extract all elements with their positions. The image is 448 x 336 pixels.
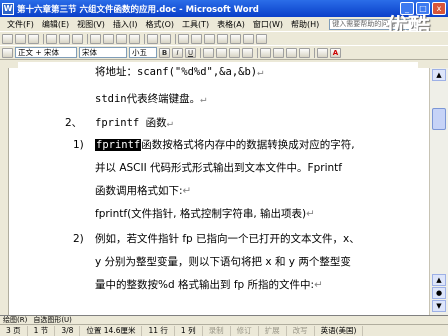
menu-tools[interactable]: 工具(T) xyxy=(178,19,213,30)
new-document-icon[interactable] xyxy=(2,33,13,44)
selected-fprintf: fprintf xyxy=(95,139,142,151)
vertical-scrollbar[interactable]: ▲ ▲ ● ▼ xyxy=(429,68,448,315)
copy-icon[interactable] xyxy=(103,33,114,44)
redo-icon[interactable] xyxy=(160,33,171,44)
status-column: 1 列 xyxy=(175,325,203,336)
document-page[interactable]: 将地址：scanf("%d%d",&a,&b)↵ stdin代表终端键盘。↵ 2… xyxy=(9,66,429,315)
toolbar-separator xyxy=(314,47,315,58)
toolbar-separator xyxy=(43,33,44,44)
heading-fprintf: fprintf 函数↵ xyxy=(95,117,173,129)
font-size-dropdown[interactable]: 小五 xyxy=(129,47,157,58)
status-position: 位置 14.6厘米 xyxy=(80,325,143,336)
menu-table[interactable]: 表格(A) xyxy=(213,19,249,30)
justify-icon[interactable] xyxy=(242,47,253,58)
status-language: 英语(美国) xyxy=(315,325,364,336)
doc-line-stdin: stdin代表终端键盘。↵ xyxy=(95,93,207,105)
window-title: 第十六章第三节 六组文件函数的应用.doc - Microsoft Word xyxy=(17,4,259,15)
item1-line3: 函数调用格式如下:↵ xyxy=(95,185,192,197)
vertical-ruler[interactable] xyxy=(0,68,9,315)
print-icon[interactable] xyxy=(46,33,57,44)
italic-button[interactable]: I xyxy=(172,47,183,58)
status-line: 11 行 xyxy=(142,325,175,336)
align-left-icon[interactable] xyxy=(203,47,214,58)
item2-line2: y 分别为整型变量，则以下语句将把 x 和 y 两个整型变 xyxy=(95,256,351,268)
styles-pane-icon[interactable] xyxy=(2,47,13,58)
formatting-toolbar: 正文 + 宋体 宋体 小五 B I U A xyxy=(0,45,448,59)
document-map-icon[interactable] xyxy=(243,33,254,44)
open-folder-icon[interactable] xyxy=(15,33,26,44)
status-extend[interactable]: 扩展 xyxy=(259,325,287,336)
status-page-of: 3/8 xyxy=(55,325,81,336)
highlight-icon[interactable] xyxy=(317,47,328,58)
toolbar-separator xyxy=(87,33,88,44)
menu-help[interactable]: 帮助(H) xyxy=(287,19,323,30)
align-right-icon[interactable] xyxy=(229,47,240,58)
show-hide-icon[interactable] xyxy=(256,33,267,44)
menu-format[interactable]: 格式(O) xyxy=(141,19,178,30)
save-icon[interactable] xyxy=(28,33,39,44)
status-section: 1 节 xyxy=(28,325,56,336)
menu-edit[interactable]: 编辑(E) xyxy=(38,19,73,30)
item2-line3: 量中的整数按%d 格式输出到 fp 所指的文件中:↵ xyxy=(95,279,323,291)
undo-icon[interactable] xyxy=(147,33,158,44)
status-bar: 3 页 1 节 3/8 位置 14.6厘米 11 行 1 列 录制 修订 扩展 … xyxy=(0,324,448,336)
paste-icon[interactable] xyxy=(116,33,127,44)
decrease-indent-icon[interactable] xyxy=(286,47,297,58)
word-app-icon[interactable]: W xyxy=(2,2,14,15)
cut-icon[interactable] xyxy=(90,33,101,44)
font-color-button[interactable]: A xyxy=(330,47,341,58)
style-dropdown[interactable]: 正文 + 宋体 xyxy=(15,47,77,58)
browse-object-icon[interactable]: ● xyxy=(432,287,446,299)
status-record[interactable]: 录制 xyxy=(203,325,231,336)
format-painter-icon[interactable] xyxy=(129,33,140,44)
standard-toolbar xyxy=(0,31,448,45)
underline-button[interactable]: U xyxy=(185,47,196,58)
menu-insert[interactable]: 插入(I) xyxy=(109,19,142,30)
item1-line1: fprintf函数按格式将内存中的数据转换成对应的字符, xyxy=(95,139,355,151)
item1-line2: 并以 ASCII 代码形式形式输出到文本文件中。Fprintf xyxy=(95,162,342,174)
excel-icon[interactable] xyxy=(204,33,215,44)
menu-window[interactable]: 窗口(W) xyxy=(249,19,287,30)
font-dropdown[interactable]: 宋体 xyxy=(79,47,127,58)
previous-page-icon[interactable]: ▲ xyxy=(432,274,446,286)
increase-indent-icon[interactable] xyxy=(299,47,310,58)
item2-number: 2) xyxy=(73,233,84,245)
align-center-icon[interactable] xyxy=(216,47,227,58)
doc-line-scanf: 将地址：scanf("%d%d",&a,&b)↵ xyxy=(95,66,264,78)
numbering-icon[interactable] xyxy=(260,47,271,58)
menu-view[interactable]: 视图(V) xyxy=(73,19,109,30)
toolbar-separator xyxy=(175,33,176,44)
next-page-icon[interactable]: ▼ xyxy=(432,300,446,312)
status-overtype[interactable]: 改写 xyxy=(287,325,315,336)
spellcheck-icon[interactable] xyxy=(72,33,83,44)
status-track-changes[interactable]: 修订 xyxy=(231,325,259,336)
bullets-icon[interactable] xyxy=(273,47,284,58)
drawing-toolbar: 绘图(R) 自选图形(U) xyxy=(0,316,448,324)
table-icon[interactable] xyxy=(191,33,202,44)
bold-button[interactable]: B xyxy=(159,47,170,58)
scroll-thumb[interactable] xyxy=(432,108,446,130)
menu-file[interactable]: 文件(F) xyxy=(3,19,38,30)
toolbar-separator xyxy=(144,33,145,44)
heading-number: 2、 xyxy=(65,117,83,129)
menu-bar: 文件(F) 编辑(E) 视图(V) 插入(I) 格式(O) 工具(T) 表格(A… xyxy=(0,17,448,31)
drawing-icon[interactable] xyxy=(230,33,241,44)
close-button[interactable]: x xyxy=(432,2,446,15)
toolbar-separator xyxy=(200,47,201,58)
title-bar: W 第十六章第三节 六组文件函数的应用.doc - Microsoft Word… xyxy=(0,0,448,17)
hyperlink-icon[interactable] xyxy=(178,33,189,44)
toolbar-separator xyxy=(257,47,258,58)
columns-icon[interactable] xyxy=(217,33,228,44)
item2-line1: 例如，若文件指针 fp 已指向一个已打开的文本文件，x、 xyxy=(95,233,360,245)
scroll-up-arrow-icon[interactable]: ▲ xyxy=(432,69,446,81)
status-page: 3 页 xyxy=(0,325,28,336)
print-preview-icon[interactable] xyxy=(59,33,70,44)
item1-number: 1) xyxy=(73,139,84,151)
item1-line4: fprintf(文件指针, 格式控制字符串, 输出项表)↵ xyxy=(95,208,315,220)
